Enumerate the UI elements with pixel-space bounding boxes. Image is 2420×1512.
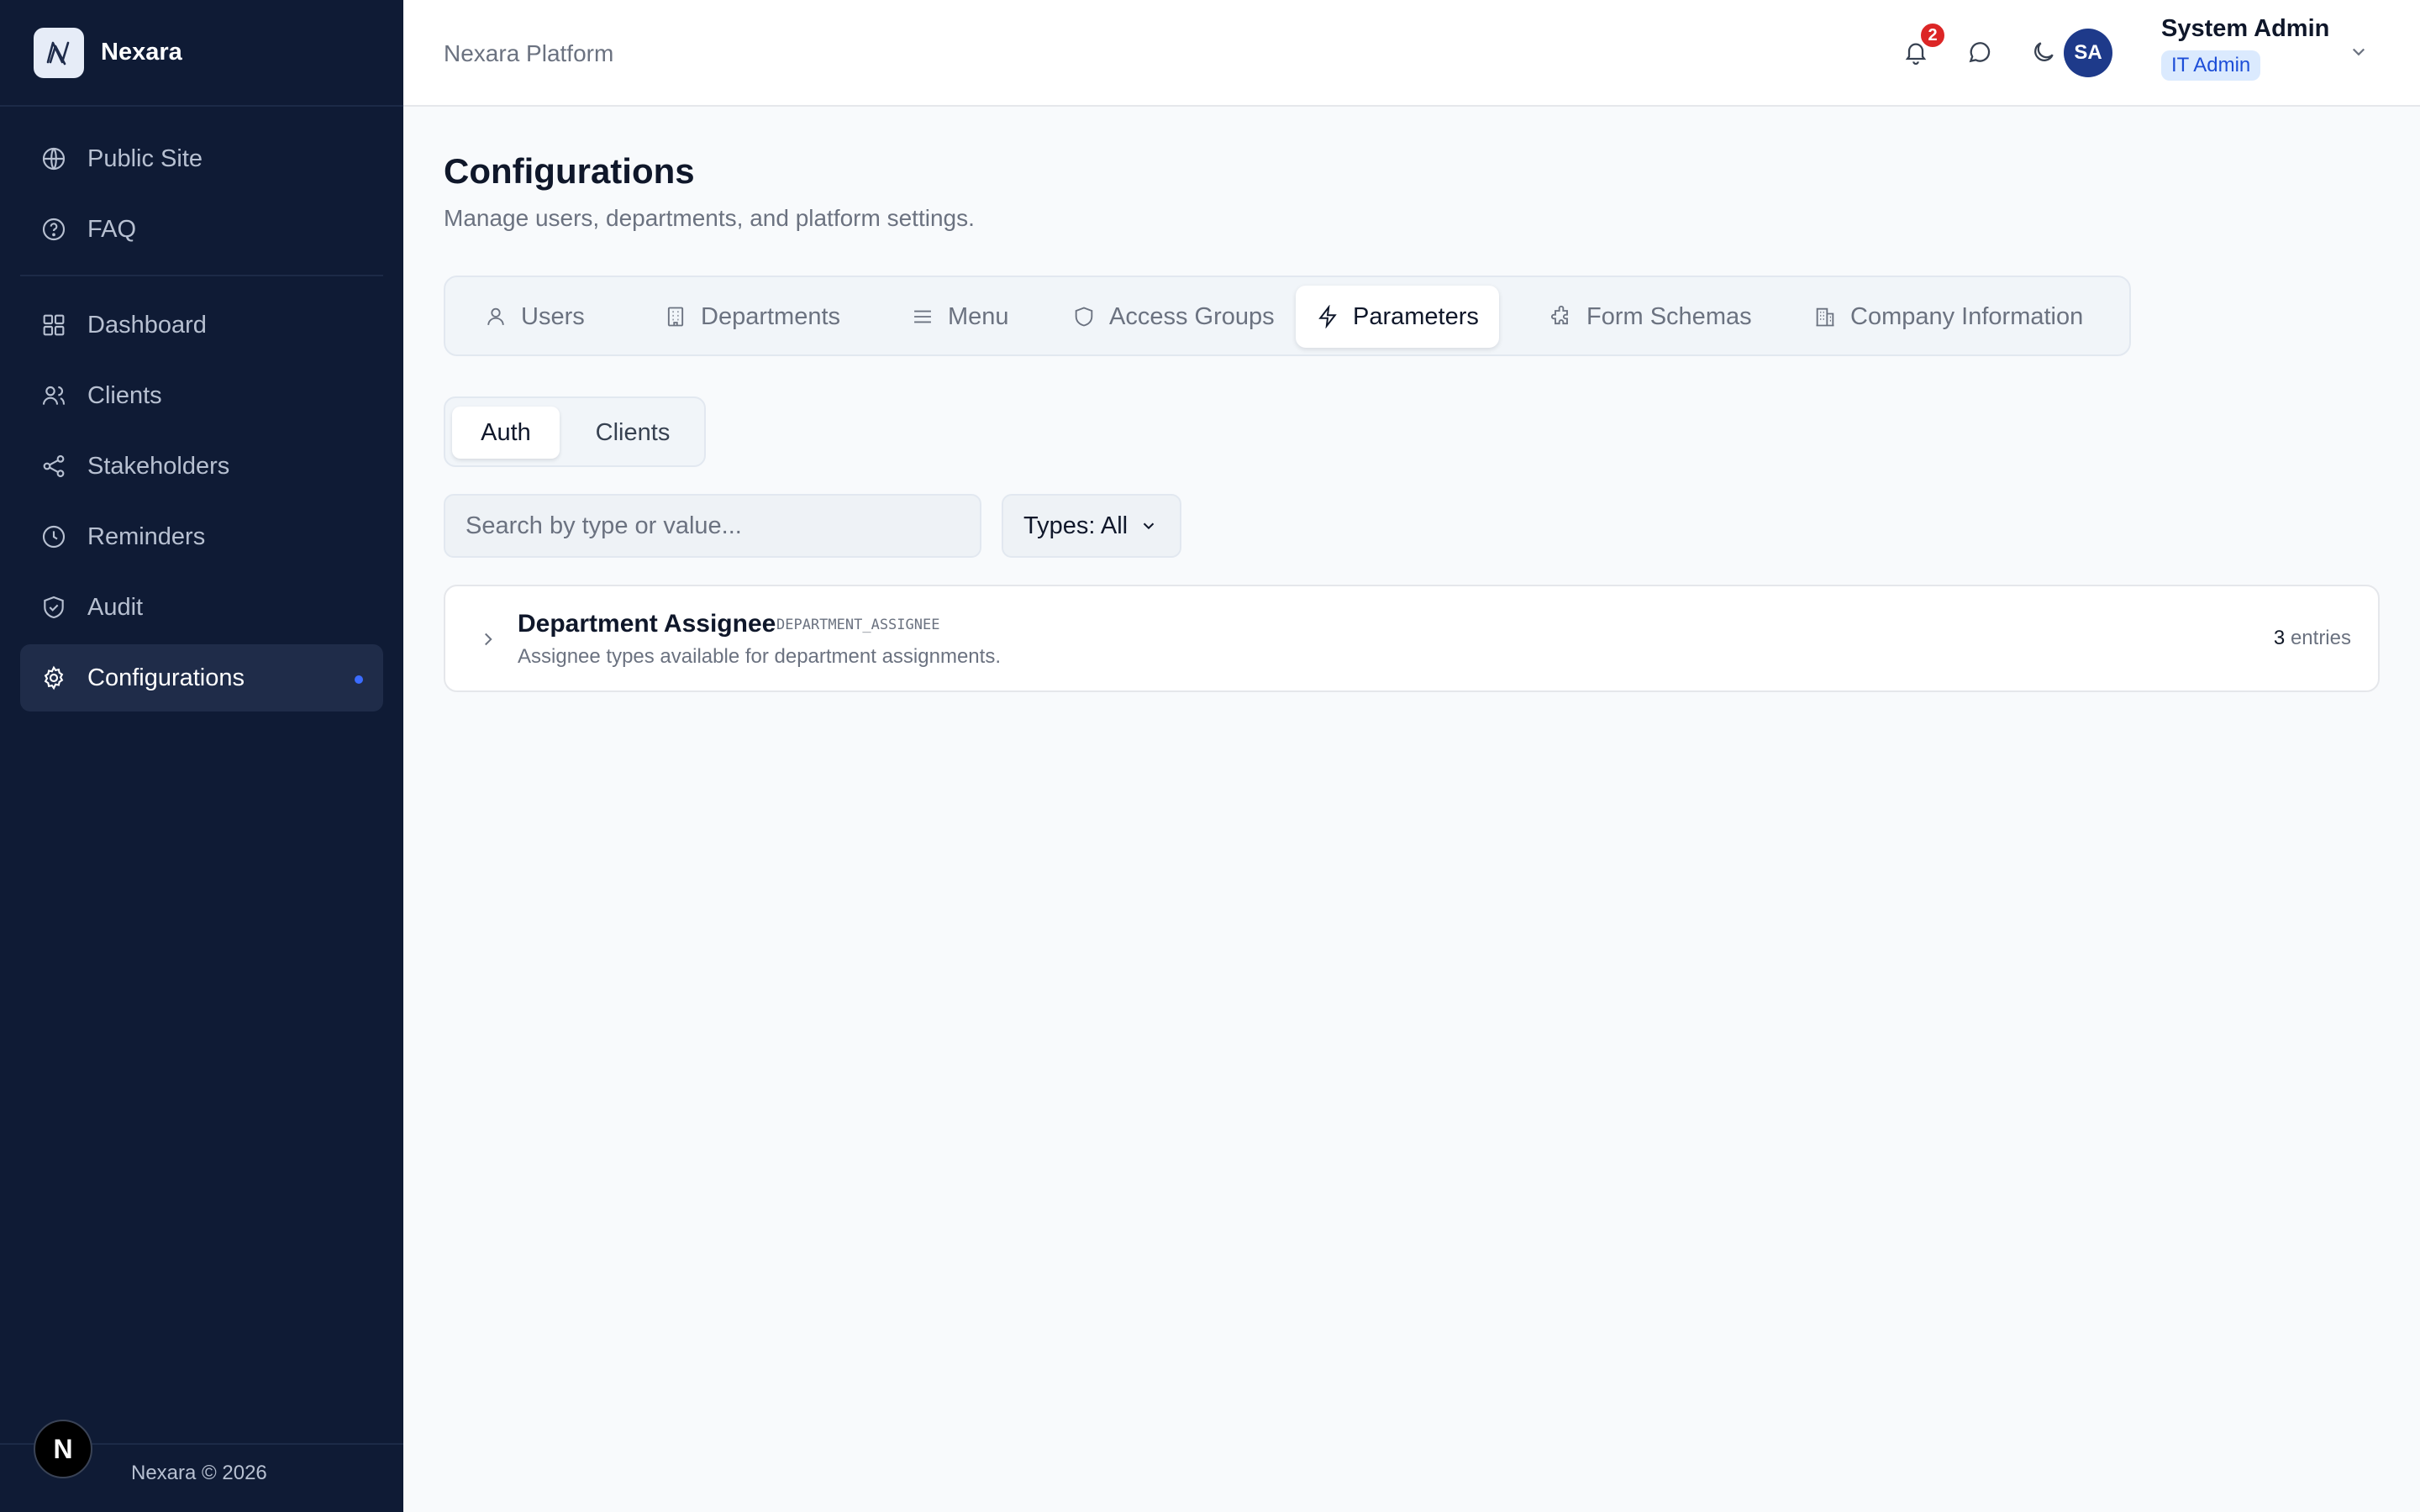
parameter-group-name: Department Assignee <box>518 610 776 638</box>
sidebar-item-label: FAQ <box>87 215 137 243</box>
tab-departments[interactable]: Departments <box>644 286 860 348</box>
menu-icon <box>914 310 931 323</box>
tab-company-information[interactable]: Company Information <box>1793 286 2103 348</box>
sidebar-item-label: Reminders <box>87 522 206 550</box>
puzzle-icon <box>1551 305 1568 325</box>
tab-label: Parameters <box>1353 302 1479 330</box>
brand-name: Nexara <box>101 39 182 66</box>
shield-check-icon <box>44 596 64 619</box>
entries-count-label: entries <box>2290 627 2351 649</box>
sidebar-item-label: Configurations <box>87 664 245 691</box>
sidebar-item-label: Clients <box>87 381 162 409</box>
tab-access-groups[interactable]: Access Groups <box>1052 286 1295 348</box>
help-circle-icon <box>42 218 66 241</box>
share-icon <box>43 454 65 478</box>
zap-icon <box>1318 305 1337 328</box>
tab-form-schemas[interactable]: Form Schemas <box>1529 286 1772 348</box>
sidebar-item-clients[interactable]: Clients <box>20 362 383 429</box>
shield-icon <box>1075 307 1093 327</box>
user-role-badge: IT Admin <box>2161 50 2261 81</box>
grid-icon <box>43 314 65 336</box>
message-circle-icon <box>1969 42 1991 63</box>
brand-logo-icon <box>34 27 84 78</box>
sidebar-item-label: Audit <box>87 593 144 621</box>
users-icon <box>42 386 66 405</box>
entries-count: 3 entries <box>2274 627 2351 650</box>
parameter-scope-tabs: Auth Clients <box>444 396 706 467</box>
types-filter-label: Types: All <box>1023 512 1128 539</box>
tab-users[interactable]: Users <box>464 286 605 348</box>
user-name: System Admin <box>2161 15 2330 42</box>
chevron-right-icon[interactable] <box>477 628 499 650</box>
notification-count-badge: 2 <box>1919 22 1946 49</box>
tab-parameters[interactable]: Parameters <box>1296 286 1499 348</box>
avatar[interactable]: SA <box>2064 29 2112 77</box>
parameter-group-code: DEPARTMENT_ASSIGNEE <box>776 617 940 633</box>
parameter-group-description: Assignee types available for department … <box>518 645 1001 668</box>
building-2-icon <box>1816 307 1834 327</box>
tab-label: Menu <box>948 302 1009 330</box>
tab-label: Company Information <box>1850 302 2084 330</box>
gear-icon <box>44 665 64 690</box>
sidebar-item-public-site[interactable]: Public Site <box>20 125 383 192</box>
user-icon <box>487 307 504 326</box>
globe-icon <box>42 147 66 171</box>
sidebar-item-reminders[interactable]: Reminders <box>20 503 383 570</box>
chevron-down-icon <box>1143 522 1155 530</box>
search-input[interactable] <box>444 494 981 558</box>
theme-toggle-button[interactable] <box>2025 34 2062 71</box>
sidebar-item-dashboard[interactable]: Dashboard <box>20 291 383 359</box>
brand[interactable]: Nexara <box>0 0 403 107</box>
building-icon <box>667 307 684 327</box>
tab-menu[interactable]: Menu <box>891 286 1029 348</box>
subtab-auth[interactable]: Auth <box>452 407 560 459</box>
clock-icon <box>42 525 66 549</box>
sidebar-item-audit[interactable]: Audit <box>20 574 383 641</box>
breadcrumb: Nexara Platform <box>444 40 614 66</box>
sidebar-item-label: Stakeholders <box>87 452 230 480</box>
sidebar-item-faq[interactable]: FAQ <box>20 196 383 263</box>
active-indicator-dot <box>355 675 363 684</box>
sidebar-item-configurations[interactable]: Configurations <box>20 644 383 711</box>
chevron-down-icon[interactable] <box>2346 39 2371 64</box>
sidebar-item-label: Public Site <box>87 144 203 172</box>
page-subtitle: Manage users, departments, and platform … <box>444 205 975 231</box>
n-logo-badge[interactable]: N <box>34 1420 92 1478</box>
messages-button[interactable] <box>1961 34 1998 71</box>
entries-count-number: 3 <box>2273 627 2286 649</box>
sidebar-item-label: Dashboard <box>87 311 207 339</box>
tab-label: Form Schemas <box>1586 302 1752 330</box>
config-tabs: Users Departments Menu Access Groups Par… <box>444 276 2131 356</box>
copyright-text: Nexara © 2026 <box>131 1462 267 1484</box>
sidebar-item-stakeholders[interactable]: Stakeholders <box>20 433 383 500</box>
top-header: Nexara Platform 2 SA System Admin IT Adm… <box>403 0 2420 107</box>
types-filter-dropdown[interactable]: Types: All <box>1002 494 1181 558</box>
sidebar-divider <box>20 275 383 276</box>
tab-label: Access Groups <box>1109 302 1275 330</box>
sidebar: Nexara Public Site FAQ Dashboard Clients… <box>0 0 403 1512</box>
parameter-group-row[interactable]: Department Assignee DEPARTMENT_ASSIGNEE … <box>444 585 2380 692</box>
tab-label: Departments <box>701 302 841 330</box>
tab-label: Users <box>521 302 585 330</box>
subtab-clients[interactable]: Clients <box>570 407 696 459</box>
page-title: Configurations <box>444 151 695 191</box>
moon-icon <box>2034 42 2054 61</box>
